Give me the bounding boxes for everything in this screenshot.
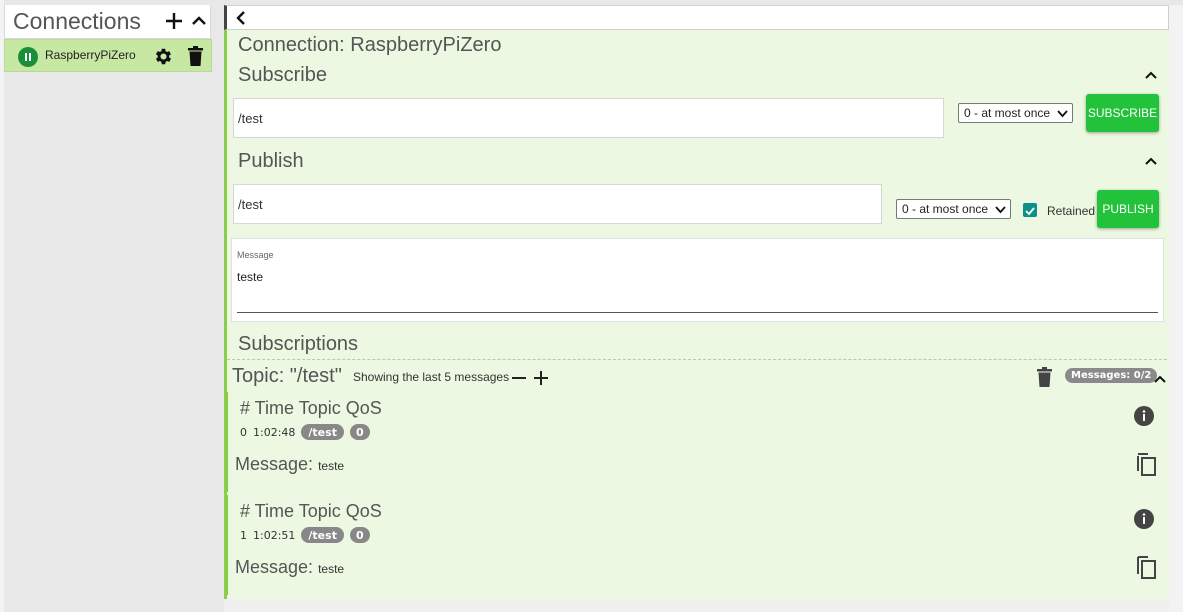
subscribe-qos-value: 0 - at most once xyxy=(964,106,1051,120)
delete-connection-icon[interactable] xyxy=(187,46,204,67)
connections-sidebar: Connections RaspberryPiZero xyxy=(4,0,212,612)
retained-label: Retained xyxy=(1047,204,1096,218)
publish-button[interactable]: PUBLISH xyxy=(1097,190,1159,228)
collapse-connections-icon[interactable] xyxy=(191,13,207,29)
message-field-caption: Message xyxy=(237,250,274,260)
chevron-down-icon xyxy=(995,206,1006,214)
message-card: # Time Topic QoS 0 1:02:48 /test 0 Messa… xyxy=(227,392,1169,492)
message-meta: 0 1:02:48 /test 0 xyxy=(240,424,370,440)
messages-count-badge: Messages: 0/2 xyxy=(1065,368,1158,383)
publish-qos-select[interactable]: 0 - at most once xyxy=(896,199,1011,219)
message-field-value: teste xyxy=(237,270,264,284)
message-index: 0 xyxy=(240,425,247,439)
gear-icon[interactable] xyxy=(153,46,174,67)
message-value: teste xyxy=(318,459,345,473)
subscriptions-section-title: Subscriptions xyxy=(238,333,359,355)
publish-topic-input[interactable]: /test xyxy=(233,184,882,224)
publish-section-title: Publish xyxy=(238,150,304,172)
message-qos-pill: 0 xyxy=(349,527,370,543)
message-field-underline xyxy=(237,312,1158,313)
vertical-scrollbar[interactable] xyxy=(1169,5,1183,612)
subscribe-topic-input[interactable]: /test xyxy=(233,98,944,138)
add-connection-icon[interactable] xyxy=(165,12,183,30)
message-body: Message: teste xyxy=(235,454,344,475)
checkmark-icon xyxy=(1025,207,1035,216)
message-qos-pill: 0 xyxy=(349,424,370,440)
message-topic-pill: /test xyxy=(301,527,344,543)
message-card: # Time Topic QoS 1 1:02:51 /test 0 Messa… xyxy=(227,495,1169,595)
copy-icon[interactable] xyxy=(1135,452,1157,476)
back-arrow-icon[interactable] xyxy=(234,10,248,26)
message-value: teste xyxy=(318,562,345,576)
copy-icon[interactable] xyxy=(1135,555,1157,579)
horizontal-scrollbar[interactable] xyxy=(224,599,1169,612)
increase-messages-icon[interactable] xyxy=(533,370,549,386)
subscriptions-divider xyxy=(227,359,1169,360)
message-topic-pill: /test xyxy=(301,424,344,440)
topic-title: Topic: "/test" xyxy=(232,365,342,387)
subscribe-section-title: Subscribe xyxy=(238,64,327,86)
connection-title: Connection: RaspberryPiZero xyxy=(238,34,502,56)
message-label: Message: xyxy=(235,557,314,577)
retained-checkbox[interactable] xyxy=(1023,203,1037,217)
connections-title: Connections xyxy=(13,8,141,34)
subscribe-qos-select[interactable]: 0 - at most once xyxy=(958,103,1073,123)
connection-item[interactable]: RaspberryPiZero xyxy=(4,39,212,72)
connections-header: Connections xyxy=(4,5,211,39)
info-icon[interactable] xyxy=(1133,508,1155,530)
collapse-publish-icon[interactable] xyxy=(1144,154,1158,168)
top-bar xyxy=(224,5,1169,30)
collapse-subscribe-icon[interactable] xyxy=(1144,68,1158,82)
subscribe-button[interactable]: SUBSCRIBE xyxy=(1086,94,1159,132)
decrease-messages-icon[interactable] xyxy=(511,370,527,386)
chevron-down-icon xyxy=(1057,110,1068,118)
connection-detail: Connection: RaspberryPiZero Subscribe /t… xyxy=(224,5,1169,599)
collapse-topic-icon[interactable] xyxy=(1153,372,1167,386)
message-header: # Time Topic QoS xyxy=(240,398,382,418)
message-index: 1 xyxy=(240,528,247,542)
showing-last-messages: Showing the last 5 messages xyxy=(353,370,510,384)
info-icon[interactable] xyxy=(1133,405,1155,427)
connection-name: RaspberryPiZero xyxy=(45,48,136,62)
publish-message-field[interactable]: Message teste xyxy=(231,238,1164,322)
pause-connection-icon[interactable] xyxy=(18,47,38,67)
connection-panel: Connection: RaspberryPiZero Subscribe /t… xyxy=(224,30,1169,599)
message-header: # Time Topic QoS xyxy=(240,501,382,521)
message-label: Message: xyxy=(235,454,314,474)
message-time: 1:02:51 xyxy=(253,528,296,542)
publish-qos-value: 0 - at most once xyxy=(902,202,989,216)
delete-topic-icon[interactable] xyxy=(1036,367,1053,388)
message-body: Message: teste xyxy=(235,557,344,578)
message-time: 1:02:48 xyxy=(253,425,296,439)
message-meta: 1 1:02:51 /test 0 xyxy=(240,527,370,543)
